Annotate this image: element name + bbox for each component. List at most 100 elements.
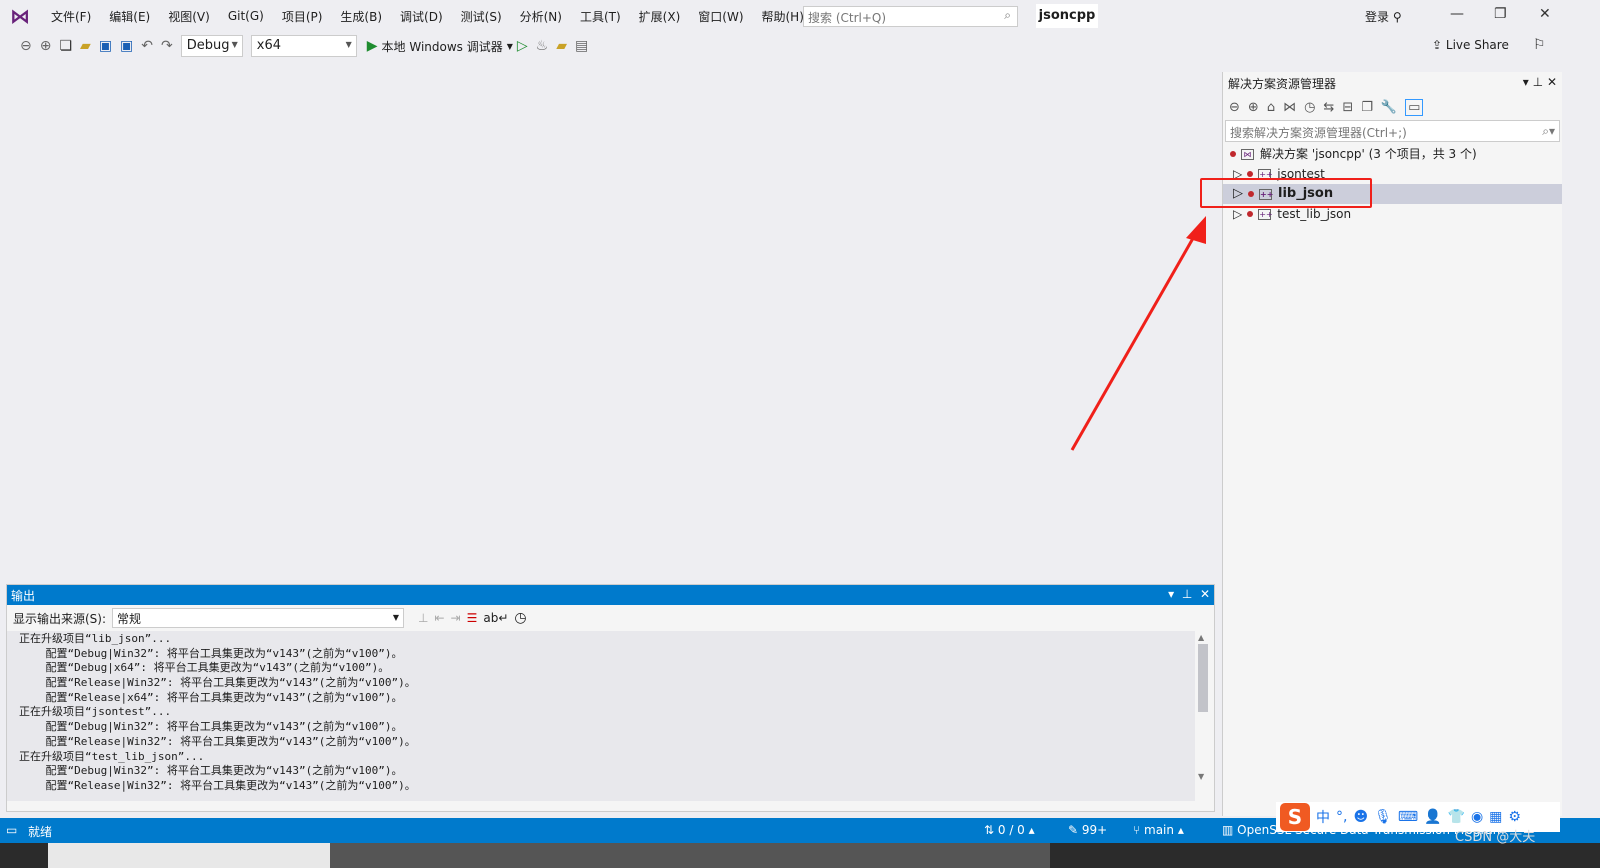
- sync-status[interactable]: ⇅ 0 / 0 ▴: [984, 823, 1035, 837]
- back-icon[interactable]: ⊖: [1229, 100, 1240, 115]
- live-share-button[interactable]: ⇪ Live Share: [1432, 38, 1509, 52]
- notification-icon[interactable]: ▭: [6, 823, 17, 837]
- close-button[interactable]: ✕: [1539, 6, 1551, 22]
- save-icon[interactable]: ▣: [99, 38, 112, 54]
- solution-search-input[interactable]: 搜索解决方案资源管理器(Ctrl+;) ⌕▾: [1225, 120, 1560, 142]
- window-layout-icon[interactable]: ▤: [575, 38, 588, 54]
- preview-icon[interactable]: ▭: [1405, 98, 1424, 116]
- back-icon[interactable]: ⊖: [20, 38, 32, 54]
- apps-grid-icon[interactable]: ▦: [1489, 809, 1502, 825]
- search-input[interactable]: 搜索 (Ctrl+Q) ⌕: [803, 6, 1018, 27]
- solution-explorer-toolbar: ⊖ ⊕ ⌂ ⋈ ◷ ⇆ ⊟ ❐ 🔧 ▭: [1223, 94, 1562, 120]
- word-wrap-icon[interactable]: ab↵: [483, 611, 508, 625]
- microphone-icon[interactable]: 🎙: [1374, 809, 1392, 825]
- switch-views-icon[interactable]: ⋈: [1283, 100, 1296, 115]
- restore-button[interactable]: ❐: [1494, 6, 1507, 22]
- timestamp-clock-icon[interactable]: ◷: [514, 610, 526, 626]
- menu-file[interactable]: 文件(F): [42, 8, 100, 25]
- annotation-highlight-box: [1200, 178, 1372, 208]
- arrow-head: [1186, 216, 1206, 244]
- keyboard-icon[interactable]: ⌨: [1398, 809, 1418, 825]
- output-line: 配置“Release|Win32”: 将平台工具集更改为“v143”(之前为“v…: [19, 676, 416, 690]
- punctuation-icon[interactable]: °,: [1336, 809, 1347, 825]
- output-line: 配置“Debug|Win32”: 将平台工具集更改为“v143”(之前为“v10…: [19, 720, 403, 734]
- panel-title: 输出: [11, 589, 36, 603]
- start-without-debugging-icon[interactable]: ▷: [517, 38, 528, 54]
- sync-icon[interactable]: ⇆: [1323, 100, 1334, 115]
- find-in-files-icon[interactable]: ▰: [556, 38, 567, 54]
- configuration-value: Debug: [186, 38, 230, 53]
- menu-tools[interactable]: 工具(T): [571, 8, 630, 25]
- new-project-icon[interactable]: ❏: [59, 38, 72, 54]
- output-line: 配置“Release|Win32”: 将平台工具集更改为“v143”(之前为“v…: [19, 778, 416, 792]
- menu-debug[interactable]: 调试(D): [391, 8, 452, 25]
- output-line: 配置“Debug|Win32”: 将平台工具集更改为“v143”(之前为“v10…: [19, 646, 403, 660]
- open-folder-icon[interactable]: ▰: [80, 38, 91, 54]
- find-message-icon[interactable]: ⊥: [418, 611, 428, 625]
- dropdown-icon[interactable]: ▾: [1168, 587, 1174, 601]
- menu-test[interactable]: 测试(S): [452, 8, 511, 25]
- output-scrollbar[interactable]: ▲ ▼: [1198, 633, 1210, 793]
- menu-project[interactable]: 项目(P): [273, 8, 332, 25]
- clear-all-icon[interactable]: ☰: [467, 611, 478, 625]
- changes-count: 99+: [1081, 823, 1108, 837]
- search-placeholder: 搜索 (Ctrl+Q): [808, 11, 887, 25]
- dropdown-icon[interactable]: ▾: [1523, 75, 1529, 89]
- platform-select[interactable]: x64 ▼: [250, 35, 357, 57]
- forward-icon[interactable]: ⊕: [1248, 100, 1259, 115]
- pin-icon[interactable]: ⊥: [1182, 587, 1192, 601]
- output-source-select[interactable]: 常规 ▼: [112, 608, 405, 628]
- menu-window[interactable]: 窗口(W): [689, 8, 752, 25]
- login-button[interactable]: 登录 ⚲: [1365, 8, 1402, 25]
- next-message-icon[interactable]: ⇥: [451, 611, 461, 625]
- solution-node[interactable]: ⋈ 解决方案 'jsoncpp' (3 个项目，共 3 个): [1223, 144, 1562, 164]
- skin-icon[interactable]: 👕: [1448, 809, 1465, 825]
- redo-icon[interactable]: ↷: [161, 38, 173, 54]
- minimize-button[interactable]: —: [1450, 6, 1464, 22]
- collapse-all-icon[interactable]: ⊟: [1342, 100, 1353, 115]
- hot-reload-icon[interactable]: ♨: [536, 38, 549, 54]
- emoji-icon[interactable]: ☻: [1353, 809, 1368, 825]
- close-icon[interactable]: ✕: [1200, 587, 1210, 601]
- taskbar-window[interactable]: [48, 843, 330, 868]
- undo-icon[interactable]: ↶: [141, 38, 153, 54]
- start-debugging-button[interactable]: ▶ 本地 Windows 调试器 ▼: [367, 38, 513, 55]
- configuration-select[interactable]: Debug ▼: [180, 35, 243, 57]
- settings-gear-icon[interactable]: ⚙: [1508, 809, 1521, 825]
- editor-area: [0, 62, 1220, 582]
- pin-icon[interactable]: ⊥: [1533, 75, 1543, 89]
- user-icon[interactable]: 👤: [1424, 809, 1441, 825]
- search-placeholder: 搜索解决方案资源管理器(Ctrl+;): [1230, 126, 1407, 140]
- solution-icon: ⋈: [1241, 148, 1254, 160]
- menu-build[interactable]: 生成(B): [331, 8, 391, 25]
- branch-selector[interactable]: ⑂ main ▴: [1133, 823, 1184, 837]
- pending-changes[interactable]: ✎ 99+: [1068, 823, 1107, 837]
- taskbar-window[interactable]: [330, 843, 1050, 868]
- robot-icon[interactable]: ◉: [1471, 809, 1483, 825]
- menu-git[interactable]: Git(G): [219, 9, 273, 23]
- previous-message-icon[interactable]: ⇤: [434, 611, 444, 625]
- output-text[interactable]: 正在升级项目“lib_json”... 配置“Debug|Win32”: 将平台…: [7, 631, 1195, 801]
- menu-extensions[interactable]: 扩展(X): [630, 8, 690, 25]
- close-icon[interactable]: ✕: [1547, 75, 1557, 89]
- search-icon: ⌕: [1004, 8, 1011, 22]
- feedback-icon[interactable]: ⚐: [1533, 37, 1546, 53]
- menu-edit[interactable]: 编辑(E): [100, 8, 159, 25]
- scroll-thumb[interactable]: [1198, 644, 1208, 712]
- forward-icon[interactable]: ⊕: [40, 38, 52, 54]
- output-line: 正在升级项目“lib_json”...: [19, 632, 172, 645]
- history-icon[interactable]: ◷: [1304, 100, 1315, 115]
- scroll-down-icon[interactable]: ▼: [1198, 772, 1210, 781]
- menu-view[interactable]: 视图(V): [159, 8, 219, 25]
- output-toolbar: 显示输出来源(S): 常规 ▼ ⊥ ⇤ ⇥ ☰ ab↵ ◷: [7, 605, 1214, 631]
- sogou-logo-icon[interactable]: S: [1280, 803, 1310, 831]
- scroll-up-icon[interactable]: ▲: [1198, 633, 1210, 642]
- save-all-icon[interactable]: ▣: [120, 38, 133, 54]
- properties-wrench-icon[interactable]: 🔧: [1381, 100, 1397, 115]
- menu-analyze[interactable]: 分析(N): [511, 8, 571, 25]
- platform-value: x64: [256, 38, 281, 53]
- home-icon[interactable]: ⌂: [1267, 100, 1275, 115]
- show-all-files-icon[interactable]: ❐: [1361, 100, 1373, 115]
- ime-language-toggle[interactable]: 中: [1316, 807, 1330, 827]
- search-icon: ⌕▾: [1542, 124, 1555, 138]
